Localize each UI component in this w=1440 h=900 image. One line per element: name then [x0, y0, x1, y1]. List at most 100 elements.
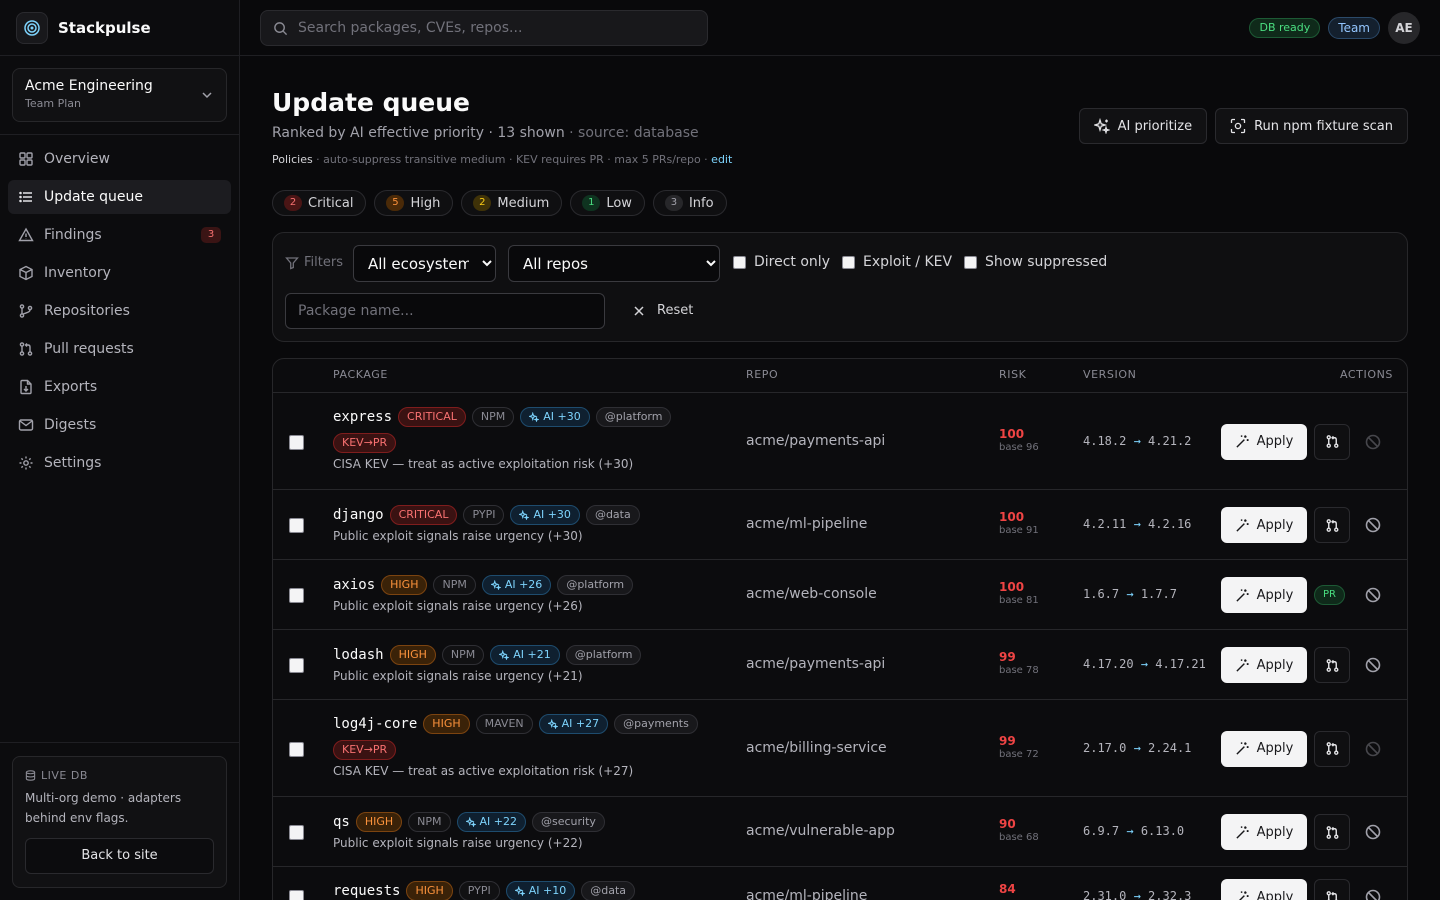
apply-label: Apply: [1256, 657, 1294, 673]
suppress-button[interactable]: [1364, 823, 1382, 841]
severity-badge: CRITICAL: [389, 505, 458, 525]
repo-cell[interactable]: acme/vulnerable-app: [746, 823, 895, 839]
apply-button[interactable]: Apply: [1221, 814, 1307, 850]
repo-select[interactable]: All repos: [508, 245, 720, 282]
alert-triangle-icon: [18, 227, 34, 242]
row-select-checkbox[interactable]: [289, 741, 304, 757]
severity-chip-medium[interactable]: 2 Medium: [461, 190, 563, 216]
suppress-button[interactable]: [1364, 888, 1382, 900]
checkbox-box[interactable]: [842, 255, 855, 269]
severity-chip-high[interactable]: 5 High: [374, 190, 454, 216]
open-pr-button[interactable]: [1314, 423, 1350, 460]
column-header-repo[interactable]: REPO: [746, 368, 778, 381]
reset-filters-button[interactable]: Reset: [633, 303, 693, 318]
sidebar-item-inventory[interactable]: Inventory: [8, 256, 231, 290]
column-header-version[interactable]: VERSION: [1083, 368, 1136, 381]
wand-icon: [1236, 435, 1249, 448]
brand[interactable]: Stackpulse: [0, 0, 239, 56]
policies-line: Policies · auto-suppress transitive medi…: [272, 153, 732, 166]
scan-icon: [1230, 118, 1246, 134]
severity-chip-low[interactable]: 1 Low: [570, 190, 645, 216]
team-badge[interactable]: Team: [1328, 17, 1380, 39]
policies-edit-link[interactable]: edit: [711, 153, 732, 166]
org-switcher[interactable]: Acme Engineering Team Plan: [12, 68, 227, 122]
row-select-checkbox[interactable]: [289, 518, 304, 533]
sidebar-item-findings[interactable]: Findings 3: [8, 218, 231, 252]
repo-cell[interactable]: acme/ml-pipeline: [746, 516, 867, 532]
sidebar-item-pull-requests[interactable]: Pull requests: [8, 332, 231, 366]
sidebar-item-digests[interactable]: Digests: [8, 408, 231, 442]
package-name-input[interactable]: [285, 293, 605, 329]
checkbox-box[interactable]: [964, 255, 977, 269]
apply-button[interactable]: Apply: [1221, 577, 1307, 613]
package-name[interactable]: log4j-core: [333, 716, 417, 732]
risk-base: base 68: [999, 832, 1039, 843]
direct-only-checkbox[interactable]: Direct only: [733, 254, 830, 270]
severity-chip-critical[interactable]: 2 Critical: [272, 190, 367, 216]
package-name[interactable]: lodash: [333, 647, 384, 663]
package-name[interactable]: qs: [333, 814, 350, 830]
priority-reason: Public exploit signals raise urgency (+2…: [333, 836, 583, 850]
row-select-checkbox[interactable]: [289, 588, 304, 603]
severity-badge: HIGH: [355, 812, 403, 832]
pr-open-badge[interactable]: PR: [1314, 585, 1345, 605]
sidebar-item-update-queue[interactable]: Update queue: [8, 180, 231, 214]
back-to-site-button[interactable]: Back to site: [25, 838, 214, 874]
arrow-right-icon: →: [1133, 657, 1156, 671]
suppress-button[interactable]: [1364, 586, 1382, 604]
open-pr-button[interactable]: [1314, 730, 1350, 767]
apply-button[interactable]: Apply: [1221, 507, 1307, 543]
suppress-button[interactable]: [1364, 656, 1382, 674]
row-select-checkbox[interactable]: [289, 825, 304, 840]
suppress-button[interactable]: [1364, 516, 1382, 534]
run-scan-button[interactable]: Run npm fixture scan: [1215, 108, 1408, 144]
repo-cell[interactable]: acme/web-console: [746, 586, 877, 602]
apply-button[interactable]: Apply: [1221, 879, 1307, 900]
repo-cell[interactable]: acme/ml-pipeline: [746, 888, 867, 900]
suppress-button[interactable]: [1364, 740, 1382, 758]
apply-button[interactable]: Apply: [1221, 730, 1307, 767]
risk-cell: 99 base 78: [999, 650, 1039, 676]
package-name[interactable]: django: [333, 507, 384, 523]
owner-team-badge: @data: [585, 505, 640, 525]
live-db-card: LIVE DB Multi-org demo · adapters behind…: [12, 756, 227, 888]
show-suppressed-checkbox[interactable]: Show suppressed: [964, 254, 1107, 270]
open-pr-button[interactable]: [1314, 814, 1350, 850]
sidebar-item-overview[interactable]: Overview: [8, 142, 231, 176]
package-name[interactable]: express: [333, 409, 392, 425]
checkbox-box[interactable]: [733, 255, 746, 269]
repo-cell[interactable]: acme/payments-api: [746, 656, 885, 672]
column-header-risk[interactable]: RISK: [999, 368, 1026, 381]
repo-cell[interactable]: acme/payments-api: [746, 433, 885, 449]
ecosystem-select[interactable]: All ecosystems: [353, 245, 496, 282]
sidebar-item-repositories[interactable]: Repositories: [8, 294, 231, 328]
exploit-kev-checkbox[interactable]: Exploit / KEV: [842, 254, 952, 270]
suppress-button[interactable]: [1364, 433, 1382, 451]
severity-chip-info[interactable]: 3 Info: [652, 190, 727, 216]
package-name[interactable]: requests: [333, 883, 400, 899]
package-name[interactable]: axios: [333, 577, 375, 593]
row-select-checkbox[interactable]: [289, 890, 304, 900]
ecosystem-badge: MAVEN: [475, 714, 533, 734]
run-scan-label: Run npm fixture scan: [1254, 118, 1393, 134]
apply-button[interactable]: Apply: [1221, 647, 1307, 683]
row-select-checkbox[interactable]: [289, 658, 304, 673]
open-pr-button[interactable]: [1314, 879, 1350, 900]
row-select-checkbox[interactable]: [289, 434, 304, 450]
gear-icon: [19, 456, 33, 470]
avatar[interactable]: AE: [1388, 12, 1420, 44]
search-input[interactable]: [298, 20, 688, 36]
sidebar-item-exports[interactable]: Exports: [8, 370, 231, 404]
ai-prioritize-button[interactable]: AI prioritize: [1078, 108, 1208, 144]
open-pr-button[interactable]: [1314, 507, 1350, 543]
subtitle-source: · source: database: [564, 125, 699, 141]
version-from: 4.2.11: [1083, 517, 1127, 531]
repo-cell[interactable]: acme/billing-service: [746, 740, 887, 756]
column-header-package[interactable]: PACKAGE: [333, 368, 388, 381]
open-pr-button[interactable]: [1314, 647, 1350, 683]
apply-button[interactable]: Apply: [1221, 423, 1307, 460]
global-search[interactable]: [260, 10, 708, 46]
sidebar-item-label: Update queue: [44, 189, 144, 205]
version-to: 4.2.16: [1148, 517, 1192, 531]
sidebar-item-settings[interactable]: Settings: [8, 446, 231, 480]
